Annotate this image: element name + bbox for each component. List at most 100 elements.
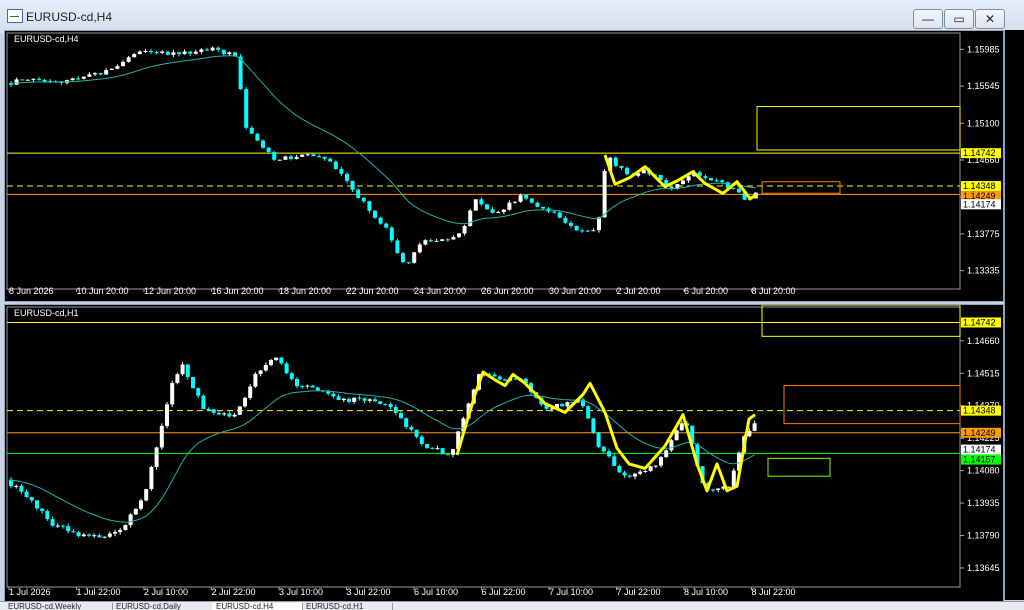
bear-candle (211, 409, 216, 413)
bull-candle (139, 500, 143, 509)
bull-candle (199, 49, 204, 52)
price-label: 1.14660 (967, 336, 1000, 346)
price-label: 1.13935 (967, 498, 1000, 508)
price-label: 1.13335 (967, 266, 1000, 276)
bull-candle (513, 201, 517, 203)
bull-candle (473, 199, 478, 211)
bull-candle (81, 534, 86, 537)
bear-candle (586, 406, 591, 419)
bear-candle (524, 194, 529, 199)
chart-h1-canvas[interactable]: 1.146601.145151.143701.142251.140801.139… (5, 305, 1003, 601)
time-label: 2 Jul 20:00 (617, 286, 661, 296)
bull-candle (93, 73, 97, 75)
bull-candle (70, 78, 75, 81)
price-label: 1.13790 (967, 531, 1000, 541)
bull-candle (253, 373, 258, 387)
bear-candle (98, 73, 103, 75)
bear-candle (709, 178, 713, 181)
bear-candle (20, 79, 25, 81)
bull-candle (123, 525, 128, 530)
bear-candle (336, 396, 341, 401)
bull-candle (237, 406, 242, 415)
bear-candle (350, 180, 355, 190)
bear-candle (503, 379, 507, 381)
bear-candle (622, 472, 627, 476)
bull-candle (171, 52, 176, 55)
price-tag-label: 1.14174 (963, 199, 996, 209)
bull-candle (501, 209, 506, 213)
bull-candle (305, 154, 310, 156)
bear-candle (601, 446, 606, 452)
time-label: 6 Jul 10:00 (414, 587, 458, 597)
bull-candle (686, 176, 691, 181)
bull-candle (137, 51, 142, 55)
bear-candle (625, 167, 629, 175)
bear-candle (591, 418, 596, 433)
bull-candle (643, 470, 648, 472)
bull-candle (602, 170, 607, 218)
bull-candle (165, 404, 169, 426)
bull-candle (55, 525, 60, 527)
bear-candle (541, 206, 545, 209)
time-label: 7 Jul 22:00 (617, 587, 661, 597)
bear-candle (279, 357, 284, 364)
bull-candle (457, 233, 461, 238)
price-label: 1.14080 (967, 466, 1000, 476)
bull-candle (31, 78, 36, 80)
bear-candle (613, 157, 618, 166)
time-label: 3 Jul 10:00 (279, 587, 323, 597)
bear-candle (569, 222, 573, 226)
bear-candle (731, 187, 736, 189)
bear-candle (362, 398, 367, 401)
bull-candle (121, 61, 125, 67)
bear-candle (485, 204, 489, 210)
bear-candle (29, 497, 34, 501)
bear-candle (580, 230, 585, 232)
moving-average-line (10, 55, 756, 225)
time-label: 8 Jul 22:00 (752, 587, 796, 597)
bear-candle (295, 379, 299, 387)
time-label: 26 Jun 20:00 (482, 286, 534, 296)
bull-candle (274, 357, 279, 361)
bull-candle (367, 399, 372, 401)
bull-candle (674, 430, 679, 441)
bear-candle (401, 253, 405, 263)
bear-candle (289, 373, 294, 380)
bull-candle (669, 440, 674, 451)
bull-candle (149, 466, 154, 490)
bull-candle (263, 365, 268, 371)
zigzag-path (603, 154, 758, 200)
chart-h4-window[interactable]: 1.159851.155451.151001.146601.142151.137… (4, 30, 1004, 302)
plot-frame (6, 32, 961, 290)
bear-candle (429, 240, 433, 242)
bull-candle (468, 210, 473, 226)
close-button[interactable]: ✕ (975, 9, 1005, 29)
bear-candle (399, 412, 403, 419)
bear-candle (607, 451, 611, 457)
bear-candle (445, 239, 450, 241)
bull-candle (143, 50, 148, 52)
bear-candle (24, 491, 29, 498)
time-label: 8 Jun 2026 (9, 286, 54, 296)
bear-candle (367, 201, 372, 211)
time-label: 30 Jun 20:00 (549, 286, 601, 296)
bear-candle (71, 531, 76, 533)
bear-candle (177, 52, 181, 55)
time-label: 10 Jun 20:00 (77, 286, 129, 296)
price-label: 1.13645 (967, 563, 1000, 573)
minimize-button[interactable]: — (913, 9, 943, 29)
bear-candle (19, 485, 24, 492)
bull-candle (565, 402, 570, 407)
bear-candle (76, 532, 81, 537)
restore-button[interactable]: ▭ (944, 9, 974, 29)
bear-candle (409, 426, 414, 430)
chart-h1-window[interactable]: 1.146601.145151.143701.142251.140801.139… (4, 304, 1004, 602)
bear-candle (206, 408, 211, 410)
chart-h4-canvas[interactable]: 1.159851.155451.151001.146601.142151.137… (5, 31, 1003, 301)
bull-candle (269, 360, 273, 366)
bear-candle (563, 217, 568, 223)
bear-candle (244, 89, 249, 128)
bull-candle (81, 76, 86, 79)
bear-candle (345, 173, 349, 181)
bull-candle (109, 68, 114, 71)
